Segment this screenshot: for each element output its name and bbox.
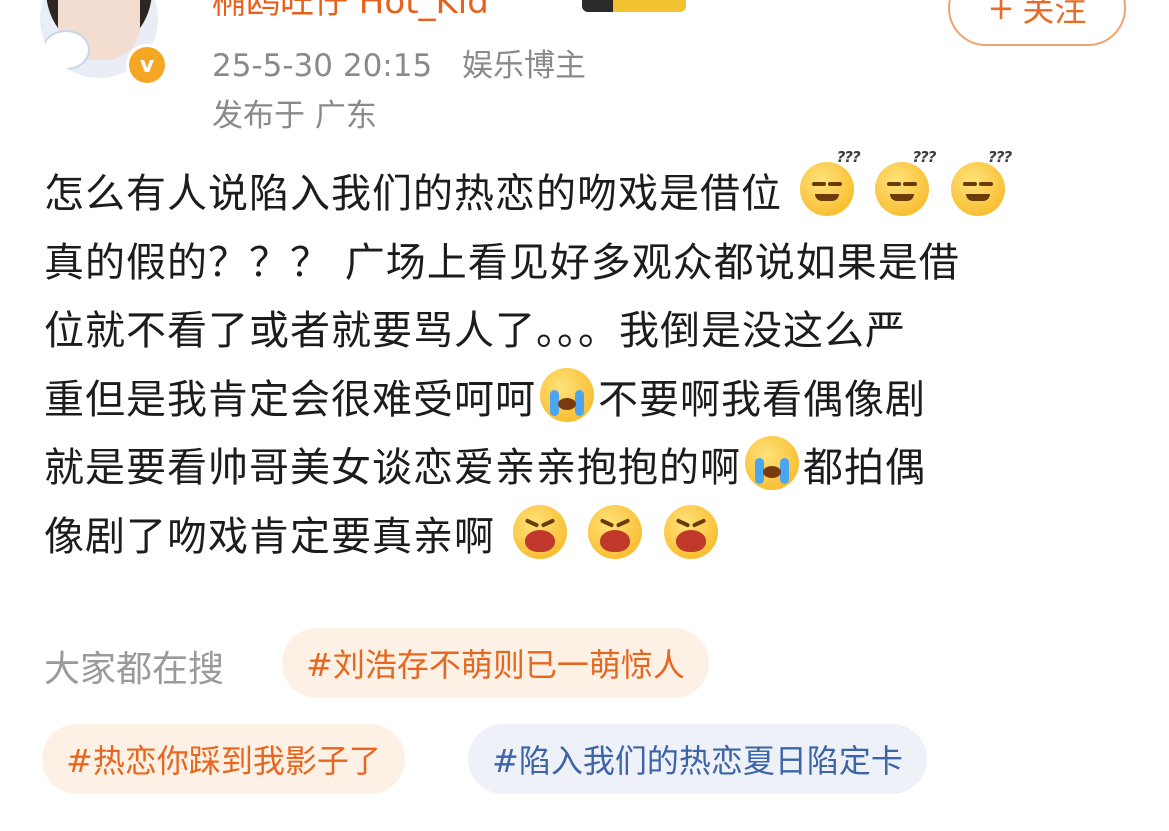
avatar-sticker [42, 30, 90, 70]
hot-search-chip[interactable]: #热恋你踩到我影子了 [42, 724, 405, 794]
post-line: 真的假的？？？ 广场上看见好多观众都说如果是借 [44, 229, 1134, 298]
username[interactable]: 椭鸥旺仔 Hot_Kid [212, 0, 489, 23]
shouting-emoji-icon [664, 504, 719, 559]
crying-emoji-icon [540, 367, 594, 422]
verified-badge-icon: v [126, 44, 168, 86]
post-text: 不要啊我看偶像剧 [598, 376, 926, 423]
doge-confused-emoji-icon: ??? [875, 150, 936, 216]
hot-search-chip[interactable]: #陷入我们的热恋夏日陷定卡 [468, 724, 927, 794]
post-timestamp: 25-5-30 20:15 [212, 48, 433, 84]
post-line: 重但是我肯定会很难受呵呵 不要啊我看偶像剧 [44, 366, 1134, 435]
shouting-emoji-icon [588, 504, 643, 559]
post-location: 发布于 广东 [212, 98, 377, 134]
post-line: 位就不看了或者就要骂人了。。。我倒是没这么严 [44, 297, 1134, 366]
follow-label: 关注 [1022, 0, 1087, 29]
follow-button[interactable]: + 关注 [948, 0, 1126, 46]
hot-search-chip[interactable]: #刘浩存不萌则已一萌惊人 [282, 628, 709, 698]
doge-confused-emoji-icon: ??? [799, 150, 861, 216]
post-text: 都拍偶 [803, 445, 926, 491]
post-body: 怎么有人说陷入我们的热恋的吻戏是借位 ??? ??? ??? 真的假的？？？ 广… [44, 150, 1134, 572]
post-text: 就是要看帅哥美女谈恋爱亲亲抱抱的啊 [44, 445, 741, 491]
post-text: 像剧了吻戏肯定要真亲啊 [44, 513, 495, 560]
post-text: 位就不看了或者就要骂人了。。。我倒是没这么严 [44, 308, 906, 354]
post-line: 怎么有人说陷入我们的热恋的吻戏是借位 ??? ??? ??? [44, 150, 1134, 229]
post-text: 重但是我肯定会很难受呵呵 [44, 376, 536, 423]
post-line: 像剧了吻戏肯定要真亲啊 [44, 503, 1134, 572]
user-level-badge-icon [582, 0, 686, 12]
crying-emoji-icon [745, 436, 799, 490]
shouting-emoji-icon [512, 504, 567, 559]
doge-confused-emoji-icon: ??? [951, 150, 1012, 216]
post-meta: 25-5-30 20:15 娱乐博主 [212, 40, 586, 85]
post-text: 怎么有人说陷入我们的热恋的吻戏是借位 [44, 171, 782, 217]
hot-search-label: 大家都在搜 [44, 649, 225, 690]
post-line: 就是要看帅哥美女谈恋爱亲亲抱抱的啊 都拍偶 [44, 434, 1134, 503]
plus-icon: + [987, 0, 1015, 27]
user-type: 娱乐博主 [462, 48, 587, 84]
post-text: 真的假的？？？ 广场上看见好多观众都说如果是借 [44, 239, 960, 286]
